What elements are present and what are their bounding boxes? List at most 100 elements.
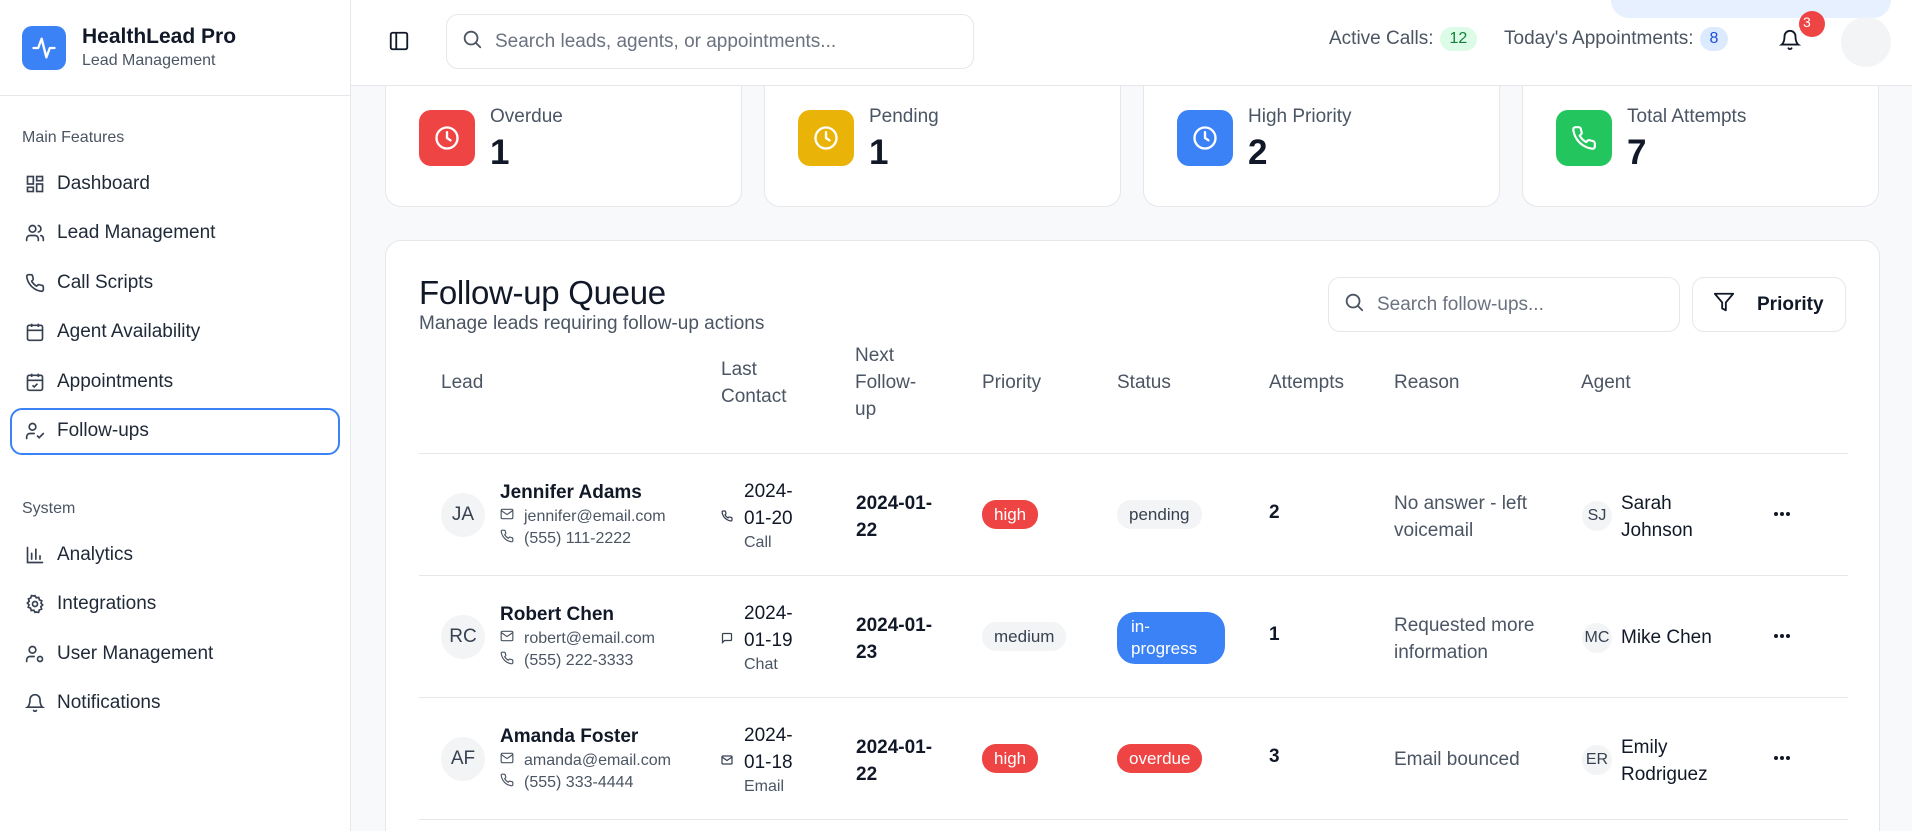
sidebar-item-dashboard[interactable]: Dashboard: [10, 160, 340, 207]
follow-up-search[interactable]: [1328, 277, 1680, 332]
lead-phone: (555) 222-3333: [500, 651, 633, 670]
stat-card-pending: Pending 1: [764, 70, 1121, 207]
attempts-count: 1: [1269, 624, 1280, 645]
active-calls-badge: 12: [1439, 27, 1478, 51]
more-actions-icon[interactable]: [1767, 746, 1797, 770]
sidebar-item-agent-availability[interactable]: Agent Availability: [10, 309, 340, 356]
last-contact-type: Email: [744, 778, 785, 795]
column-header-status[interactable]: Status: [1117, 369, 1171, 396]
nav-heading-system: System: [22, 500, 76, 517]
active-calls-label: Active Calls:: [1329, 28, 1434, 49]
user-avatar[interactable]: [1841, 17, 1891, 67]
more-actions-icon[interactable]: [1767, 624, 1797, 648]
main-content: Active Calls: 12 Today's Appointments: 8…: [351, 0, 1912, 831]
agent-avatar: ER: [1582, 745, 1612, 775]
last-contact-date: 2024-01-20: [744, 481, 793, 529]
global-search[interactable]: [446, 14, 974, 69]
search-icon: [461, 28, 483, 55]
top-button-partial[interactable]: [1611, 0, 1891, 18]
clock-icon: [419, 110, 475, 166]
table-row[interactable]: RC Robert Chen robert@email.com (555) 22…: [419, 576, 1848, 698]
lead-avatar: RC: [441, 615, 485, 659]
lead-name: Robert Chen: [500, 604, 614, 625]
chat-icon: [721, 631, 733, 649]
sidebar-item-label: Call Scripts: [57, 271, 154, 293]
sidebar-item-follow-ups[interactable]: Follow-ups: [10, 407, 340, 455]
sidebar-item-label: Appointments: [57, 370, 174, 392]
lead-name: Amanda Foster: [500, 726, 639, 747]
sidebar-item-call-scripts[interactable]: Call Scripts: [10, 259, 340, 306]
clock-icon: [798, 110, 854, 166]
search-icon: [1343, 291, 1365, 318]
column-header-next-followup[interactable]: Next Follow-up: [855, 342, 930, 423]
sidebar-item-analytics[interactable]: Analytics: [10, 531, 340, 578]
agent-avatar: MC: [1582, 623, 1612, 653]
status-badge: in-progress: [1117, 612, 1225, 664]
brand-subtitle: Lead Management: [82, 51, 216, 69]
notifications-bell-icon[interactable]: [1778, 28, 1803, 54]
brand[interactable]: HealthLead Pro Lead Management: [0, 0, 350, 96]
reason-text: No answer - left voicemail: [1394, 493, 1528, 541]
global-search-input[interactable]: [495, 30, 915, 53]
last-contact-type: Call: [744, 534, 772, 551]
lead-avatar: JA: [441, 493, 485, 537]
phone-icon: [1556, 110, 1612, 166]
phone-icon: [500, 773, 524, 792]
notifications-count-badge: 3: [1799, 11, 1825, 37]
column-header-last-contact[interactable]: Last Contact: [721, 356, 801, 410]
appointments-label: Today's Appointments:: [1504, 28, 1694, 49]
sidebar-toggle-icon[interactable]: [388, 30, 412, 54]
phone-icon: [500, 651, 524, 670]
column-header-reason[interactable]: Reason: [1394, 369, 1460, 396]
sidebar-item-appointments[interactable]: Appointments: [10, 358, 340, 405]
table-row[interactable]: AF Amanda Foster amanda@email.com (555) …: [419, 698, 1848, 820]
sidebar-item-notifications[interactable]: Notifications: [10, 680, 340, 727]
todays-appointments: Today's Appointments: 8: [1504, 27, 1729, 51]
filter-icon: [1713, 291, 1735, 319]
priority-filter-button[interactable]: Priority: [1692, 277, 1846, 332]
more-actions-icon[interactable]: [1767, 502, 1797, 526]
mail-icon: [500, 629, 524, 648]
sidebar-item-label: Dashboard: [57, 172, 150, 194]
attempts-count: 3: [1269, 746, 1280, 767]
calendar-icon: [24, 321, 46, 343]
column-header-agent[interactable]: Agent: [1581, 369, 1631, 396]
stat-label: Overdue: [490, 106, 563, 127]
lead-name: Jennifer Adams: [500, 482, 642, 503]
reason-text: Requested more information: [1394, 615, 1535, 663]
sidebar-item-integrations[interactable]: Integrations: [10, 581, 340, 628]
appointments-badge: 8: [1699, 27, 1729, 51]
bar-chart-icon: [24, 544, 46, 566]
users-icon: [24, 222, 46, 244]
next-followup-date: 2024-01-23: [856, 615, 933, 663]
last-contact-date: 2024-01-19: [744, 603, 793, 651]
lead-email: robert@email.com: [500, 629, 655, 648]
column-header-priority[interactable]: Priority: [982, 369, 1041, 396]
sidebar-item-user-management[interactable]: User Management: [10, 630, 340, 677]
status-badge: overdue: [1117, 744, 1203, 773]
sidebar-item-label: Follow-ups: [57, 420, 149, 441]
sidebar-item-label: User Management: [57, 642, 214, 664]
sidebar-item-label: Agent Availability: [57, 321, 201, 342]
follow-up-search-input[interactable]: [1377, 293, 1657, 316]
sidebar: HealthLead Pro Lead Management Main Feat…: [0, 0, 351, 831]
stat-card-high-priority: High Priority 2: [1143, 70, 1500, 207]
phone-icon: [721, 509, 733, 527]
bell-icon: [24, 692, 46, 714]
stat-value: 7: [1627, 133, 1647, 172]
lead-phone: (555) 111-2222: [500, 529, 631, 548]
calendar-check-icon: [24, 371, 46, 393]
status-badge: pending: [1117, 500, 1202, 529]
column-header-lead[interactable]: Lead: [441, 369, 483, 396]
clock-icon: [1177, 110, 1233, 166]
column-header-attempts[interactable]: Attempts: [1269, 369, 1344, 396]
queue-subtitle: Manage leads requiring follow-up actions: [419, 313, 765, 334]
sidebar-item-lead-management[interactable]: Lead Management: [10, 210, 340, 257]
table-row[interactable]: JA Jennifer Adams jennifer@email.com (55…: [419, 454, 1848, 576]
next-followup-date: 2024-01-22: [856, 493, 933, 541]
nav-heading-main: Main Features: [22, 129, 125, 146]
queue-title: Follow-up Queue: [419, 274, 666, 311]
agent-name: Emily Rodriguez: [1621, 737, 1708, 785]
stat-card-total-attempts: Total Attempts 7: [1522, 70, 1879, 207]
stat-label: High Priority: [1248, 106, 1352, 127]
